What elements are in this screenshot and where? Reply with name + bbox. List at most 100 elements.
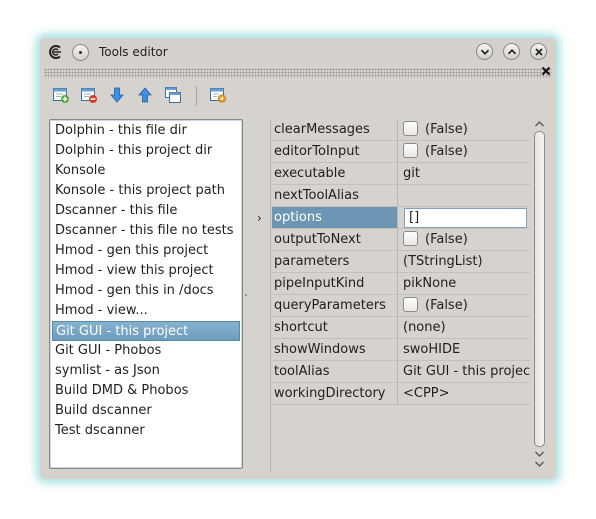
inspector-scrollbar[interactable] bbox=[531, 119, 548, 471]
tool-list-item[interactable]: Build dscanner bbox=[52, 401, 240, 421]
property-row[interactable]: queryParameters (False) bbox=[272, 295, 530, 317]
property-value-text: (none) bbox=[403, 320, 446, 335]
property-checkbox[interactable] bbox=[403, 297, 418, 312]
remove-item-icon bbox=[81, 88, 97, 103]
property-row[interactable]: parameters (TStringList) bbox=[272, 251, 530, 273]
property-value-text: (TStringList) bbox=[403, 254, 483, 269]
tool-list-item[interactable]: Git GUI - Phobos bbox=[52, 341, 240, 361]
run-tool-button[interactable] bbox=[207, 84, 229, 106]
property-value-input[interactable]: [] bbox=[404, 208, 527, 228]
window-title: Tools editor bbox=[99, 45, 168, 59]
tools-list[interactable]: Dolphin - this file dir Dolphin - this pr… bbox=[49, 119, 243, 469]
property-value[interactable]: (TStringList) bbox=[402, 251, 530, 272]
move-up-icon bbox=[138, 87, 152, 103]
property-name: showWindows bbox=[272, 339, 398, 360]
property-name: queryParameters bbox=[272, 295, 398, 316]
property-value[interactable]: (False) bbox=[402, 141, 530, 162]
dock-close-icon[interactable] bbox=[540, 65, 552, 77]
property-checkbox[interactable] bbox=[403, 231, 418, 246]
tool-list-item[interactable]: Dolphin - this project dir bbox=[52, 141, 240, 161]
maximize-button[interactable] bbox=[503, 43, 520, 60]
scrollbar-track[interactable] bbox=[534, 131, 545, 447]
property-name: executable bbox=[272, 163, 398, 184]
move-up-button[interactable] bbox=[134, 84, 156, 106]
title-bar[interactable]: Tools editor bbox=[40, 38, 556, 66]
tool-list-item[interactable]: Git GUI - this project bbox=[52, 321, 240, 341]
tool-list-item[interactable]: Dolphin - this file dir bbox=[52, 121, 240, 141]
scroll-up-icon[interactable] bbox=[534, 119, 545, 129]
tool-list-item[interactable]: symlist - as Json bbox=[52, 361, 240, 381]
add-tool-button[interactable] bbox=[50, 84, 72, 106]
clone-item-icon bbox=[165, 87, 181, 103]
minimize-button[interactable] bbox=[476, 43, 493, 60]
property-value[interactable] bbox=[402, 185, 530, 206]
scroll-down-icon[interactable] bbox=[534, 459, 545, 469]
property-value-text: (False) bbox=[425, 232, 468, 247]
property-row[interactable]: toolAlias Git GUI - this project bbox=[272, 361, 530, 383]
tool-list-item[interactable]: Test dscanner bbox=[52, 421, 240, 441]
tool-list-item[interactable]: Dscanner - this file no tests bbox=[52, 221, 240, 241]
tool-list-item[interactable]: Hmod - view this project bbox=[52, 261, 240, 281]
property-row[interactable]: options [] bbox=[272, 207, 530, 229]
tool-list-item[interactable]: Konsole bbox=[52, 161, 240, 181]
app-logo-icon bbox=[49, 45, 61, 59]
tool-list-item[interactable]: Build DMD & Phobos bbox=[52, 381, 240, 401]
property-value-text: swoHIDE bbox=[403, 342, 461, 357]
property-row[interactable]: showWindows swoHIDE bbox=[272, 339, 530, 361]
tool-list-item[interactable]: Hmod - view... bbox=[52, 301, 240, 321]
property-name: toolAlias bbox=[272, 361, 398, 382]
remove-tool-button[interactable] bbox=[78, 84, 100, 106]
property-name: options bbox=[272, 207, 398, 228]
tool-list-item[interactable]: Konsole - this project path bbox=[52, 181, 240, 201]
tool-list-item[interactable]: Dscanner - this file bbox=[52, 201, 240, 221]
property-row[interactable]: workingDirectory <CPP> bbox=[272, 383, 530, 405]
property-row[interactable]: clearMessages (False) bbox=[272, 119, 530, 141]
property-value[interactable]: (none) bbox=[402, 317, 530, 338]
add-item-icon bbox=[53, 88, 69, 103]
property-name: clearMessages bbox=[272, 119, 398, 140]
property-value[interactable]: (False) bbox=[402, 229, 530, 250]
property-value[interactable]: git bbox=[402, 163, 530, 184]
property-value[interactable]: pikNone bbox=[402, 273, 530, 294]
tools-editor-window: Tools editor Dolphin - this file dir Dol… bbox=[40, 38, 556, 479]
property-value-text: pikNone bbox=[403, 276, 457, 291]
property-value[interactable]: <CPP> bbox=[402, 383, 530, 404]
close-icon bbox=[535, 48, 543, 56]
property-name: parameters bbox=[272, 251, 398, 272]
property-name: pipeInputKind bbox=[272, 273, 398, 294]
property-value[interactable]: [] bbox=[402, 207, 530, 228]
close-button[interactable] bbox=[530, 43, 547, 60]
tool-list-item[interactable]: Hmod - gen this in /docs bbox=[52, 281, 240, 301]
chevron-up-icon bbox=[507, 48, 517, 55]
scroll-down-icon[interactable] bbox=[534, 449, 545, 459]
move-down-icon bbox=[110, 87, 124, 103]
property-name: outputToNext bbox=[272, 229, 398, 250]
property-row[interactable]: shortcut (none) bbox=[272, 317, 530, 339]
window-menu-button[interactable] bbox=[72, 44, 89, 61]
property-row[interactable]: nextToolAlias bbox=[272, 185, 530, 207]
property-inspector: › clearMessages (False) editorToInput (Fals… bbox=[252, 119, 548, 471]
property-row[interactable]: outputToNext (False) bbox=[272, 229, 530, 251]
property-checkbox[interactable] bbox=[403, 121, 418, 136]
splitter-handle[interactable] bbox=[245, 294, 247, 296]
property-value-text: (False) bbox=[425, 298, 468, 313]
property-row[interactable]: pipeInputKind pikNone bbox=[272, 273, 530, 295]
chevron-down-icon bbox=[480, 49, 490, 56]
move-down-button[interactable] bbox=[106, 84, 128, 106]
clone-tool-button[interactable] bbox=[162, 84, 184, 106]
tool-list-item[interactable]: Hmod - gen this project bbox=[52, 241, 240, 261]
property-row[interactable]: executable git bbox=[272, 163, 530, 185]
property-name: shortcut bbox=[272, 317, 398, 338]
property-name: nextToolAlias bbox=[272, 185, 398, 206]
dock-grip[interactable] bbox=[44, 68, 552, 78]
property-value[interactable]: Git GUI - this project bbox=[402, 361, 530, 382]
property-value[interactable]: (False) bbox=[402, 295, 530, 316]
inspector-gutter: › bbox=[252, 119, 271, 471]
property-value[interactable]: (False) bbox=[402, 119, 530, 140]
property-name: editorToInput bbox=[272, 141, 398, 162]
property-checkbox[interactable] bbox=[403, 143, 418, 158]
property-row[interactable]: editorToInput (False) bbox=[272, 141, 530, 163]
toolbar-separator bbox=[196, 86, 197, 106]
property-value[interactable]: swoHIDE bbox=[402, 339, 530, 360]
property-value-text: <CPP> bbox=[403, 386, 450, 401]
